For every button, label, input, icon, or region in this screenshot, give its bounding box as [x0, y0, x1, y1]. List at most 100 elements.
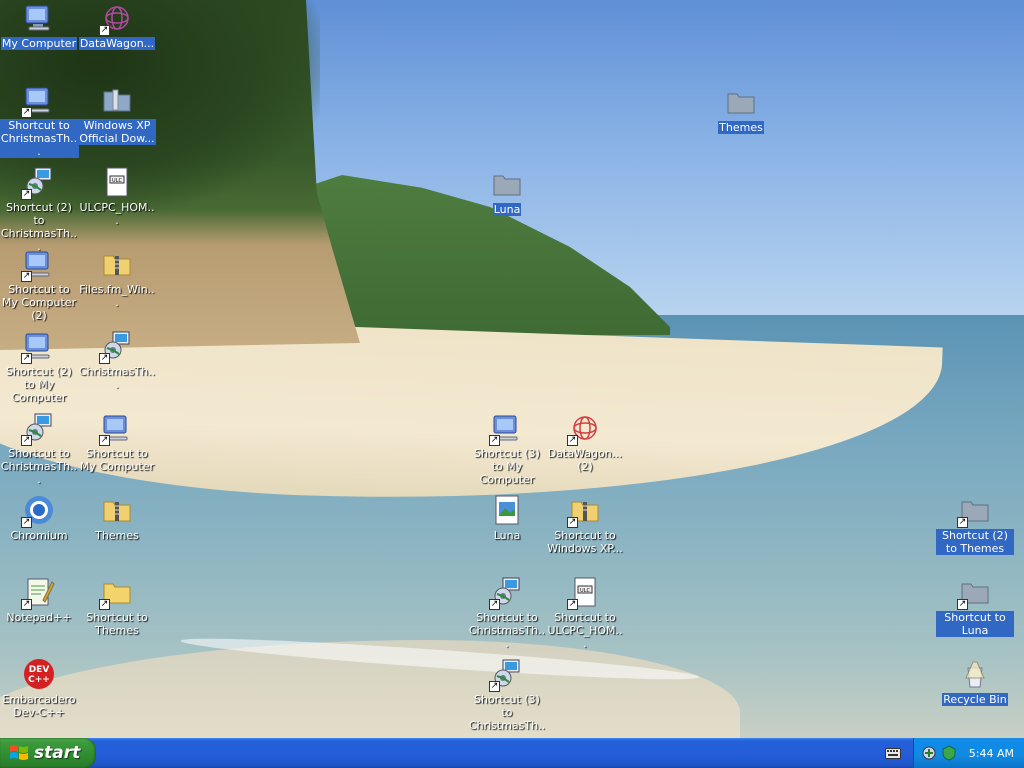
datawagon-icon: ↗ — [567, 412, 601, 446]
zip-folder-icon: ↗ — [567, 494, 601, 528]
desktop-icon-label: Shortcut to Luna — [936, 611, 1014, 637]
desktop-icon-shortcut-luna[interactable]: ↗ Shortcut to Luna — [936, 576, 1014, 637]
shortcut-arrow-icon: ↗ — [489, 599, 500, 610]
desktop-icon-label: Notepad++ — [6, 611, 72, 624]
svg-text:ULC: ULC — [580, 588, 590, 594]
security-shield-icon[interactable] — [941, 745, 957, 761]
clock[interactable]: 5:44 AM — [969, 747, 1014, 760]
network-computer-icon: ↗ — [21, 166, 55, 200]
desktop-icon-windows-xp-official-dow[interactable]: Windows XP Official Dow... — [78, 84, 156, 145]
desktop-icon-label: Shortcut to My Computer — [79, 447, 155, 473]
desktop-icon-themes-folder[interactable]: Themes — [702, 86, 780, 134]
notepad-icon: ↗ — [21, 576, 55, 610]
shortcut-arrow-icon: ↗ — [567, 599, 578, 610]
desktop-icon-themes-zip[interactable]: Themes — [78, 494, 156, 542]
recycle-bin-icon — [959, 658, 991, 690]
shortcut-arrow-icon: ↗ — [489, 435, 500, 446]
computer-icon: ↗ — [21, 248, 55, 282]
desktop-icon-shortcut-3-my-computer[interactable]: ↗ Shortcut (3) to My Computer — [468, 412, 546, 486]
desktop-icon-label: Windows XP Official Dow... — [78, 119, 156, 145]
desktop-icon-recycle-bin[interactable]: Recycle Bin — [936, 658, 1014, 706]
desktop-icon-shortcut-2-my-computer[interactable]: ↗ Shortcut (2) to My Computer — [0, 330, 78, 404]
desktop-icon-my-computer[interactable]: My Computer — [0, 2, 78, 50]
shortcut-arrow-icon: ↗ — [21, 435, 32, 446]
document-icon: ULC — [101, 166, 133, 198]
network-computer-icon: ↗ — [99, 330, 133, 364]
shortcut-arrow-icon: ↗ — [21, 189, 32, 200]
start-label: start — [34, 743, 81, 763]
datawagon-icon: ↗ — [99, 2, 133, 36]
desktop-icon-files-fm-win[interactable]: Files.fm_Win... — [78, 248, 156, 309]
desktop-icon-shortcut-christmasth-3[interactable]: ↗ Shortcut to ChristmasTh... — [468, 576, 546, 650]
windows-logo-icon — [10, 745, 28, 760]
desktop-icon-label: ChristmasTh... — [78, 365, 156, 391]
desktop-icon-embarcadero-dev-cpp[interactable]: DEV C++ Embarcadero Dev-C++ — [0, 658, 78, 719]
system-tray: 5:44 AM — [913, 738, 1024, 768]
shortcut-arrow-icon: ↗ — [99, 25, 110, 36]
shortcut-arrow-icon: ↗ — [21, 599, 32, 610]
start-button[interactable]: start — [0, 738, 96, 768]
computer-icon: ↗ — [21, 84, 55, 118]
desktop-icon-label: Shortcut (2) to ChristmasTh... — [0, 201, 78, 253]
desktop-icon-shortcut-2-themes[interactable]: ↗ Shortcut (2) to Themes — [936, 494, 1014, 555]
desktop-icon-label: Files.fm_Win... — [79, 283, 155, 309]
desktop-icon-label: My Computer — [0, 37, 78, 50]
folder-icon: ↗ — [957, 576, 991, 610]
desktop-icon-label: Shortcut to Themes — [86, 611, 148, 637]
desktop-icon-label: Shortcut to ChristmasTh... — [0, 119, 79, 158]
desktop-icon-shortcut-my-computer-2[interactable]: ↗ Shortcut to My Computer (2) — [0, 248, 78, 322]
network-computer-icon: ↗ — [489, 576, 523, 610]
taskbar: start 5:44 AM — [0, 738, 1024, 768]
desktop-icon-shortcut-windows-xp[interactable]: ↗ Shortcut to Windows XP... — [546, 494, 624, 555]
zip-folder-icon — [101, 494, 133, 526]
desktop-icon-label: Shortcut (2) to My Computer — [6, 365, 72, 404]
desktop-icon-label: Shortcut to My Computer (2) — [1, 283, 77, 322]
desktop-icon-label: Luna — [492, 203, 522, 216]
desktop-icon-shortcut-christmasth-2[interactable]: ↗ Shortcut to ChristmasTh... — [0, 412, 78, 486]
network-status-icon[interactable] — [921, 745, 937, 761]
desktop-icon-chromium[interactable]: ↗ Chromium — [0, 494, 78, 542]
desktop-icon-ulcpc-hom[interactable]: ULC ULCPC_HOM... — [78, 166, 156, 227]
shortcut-arrow-icon: ↗ — [21, 353, 32, 364]
network-computer-icon: ↗ — [21, 412, 55, 446]
shortcut-arrow-icon: ↗ — [957, 517, 968, 528]
folder-icon — [101, 84, 133, 116]
desktop-icon-label: Embarcadero Dev-C++ — [2, 693, 76, 719]
desktop-icon-luna-folder[interactable]: Luna — [468, 168, 546, 216]
shortcut-arrow-icon: ↗ — [21, 517, 32, 528]
desktop-icon-shortcut-3-christmasth[interactable]: ↗ Shortcut (3) to ChristmasTh... — [468, 658, 546, 745]
computer-icon: ↗ — [21, 330, 55, 364]
desktop-icon-datawagon-2[interactable]: ↗ DataWagon... (2) — [546, 412, 624, 473]
shortcut-arrow-icon: ↗ — [99, 353, 110, 364]
desktop-icon-label: Chromium — [10, 529, 68, 542]
desktop-icon-label: Shortcut (2) to Themes — [936, 529, 1014, 555]
desktop-icon-luna-image[interactable]: Luna — [468, 494, 546, 542]
desktop-icon-label: Themes — [718, 121, 764, 134]
desktop-icon-shortcut-to-themes[interactable]: ↗ Shortcut to Themes — [78, 576, 156, 637]
desktop-icon-datawagon[interactable]: ↗ DataWagon... — [78, 2, 156, 50]
desktop-icon-label: Recycle Bin — [942, 693, 1008, 706]
devcpp-icon: DEV C++ — [23, 658, 55, 690]
folder-icon — [725, 86, 757, 118]
shortcut-arrow-icon: ↗ — [567, 435, 578, 446]
desktop-icon-christmasth[interactable]: ↗ ChristmasTh... — [78, 330, 156, 391]
desktop-icon-label: Themes — [95, 529, 139, 542]
image-file-icon — [491, 494, 523, 526]
desktop-icon-label: Shortcut to ChristmasTh... — [0, 447, 78, 486]
desktop-icon-shortcut-christmasth[interactable]: ↗ Shortcut to ChristmasTh... — [0, 84, 79, 158]
computer-icon — [23, 2, 55, 34]
desktop-icon-label: DataWagon... — [78, 37, 156, 50]
keyboard-icon[interactable] — [885, 746, 901, 760]
desktop-icon-shortcut-to-my-computer[interactable]: ↗ Shortcut to My Computer — [78, 412, 156, 473]
document-icon: ULC ↗ — [567, 576, 601, 610]
computer-icon: ↗ — [489, 412, 523, 446]
shortcut-arrow-icon: ↗ — [21, 107, 32, 118]
desktop-icon-notepad-plus-plus[interactable]: ↗ Notepad++ — [0, 576, 78, 624]
desktop-icon-shortcut-2-christmasth[interactable]: ↗ Shortcut (2) to ChristmasTh... — [0, 166, 78, 253]
network-computer-icon: ↗ — [489, 658, 523, 692]
shortcut-arrow-icon: ↗ — [957, 599, 968, 610]
shortcut-arrow-icon: ↗ — [99, 435, 110, 446]
desktop-icon-label: Shortcut to ULCPC_HOM... — [547, 611, 623, 650]
desktop-icon-shortcut-ulcpc-hom[interactable]: ULC ↗ Shortcut to ULCPC_HOM... — [546, 576, 624, 650]
desktop-icon-label: Luna — [493, 529, 521, 542]
